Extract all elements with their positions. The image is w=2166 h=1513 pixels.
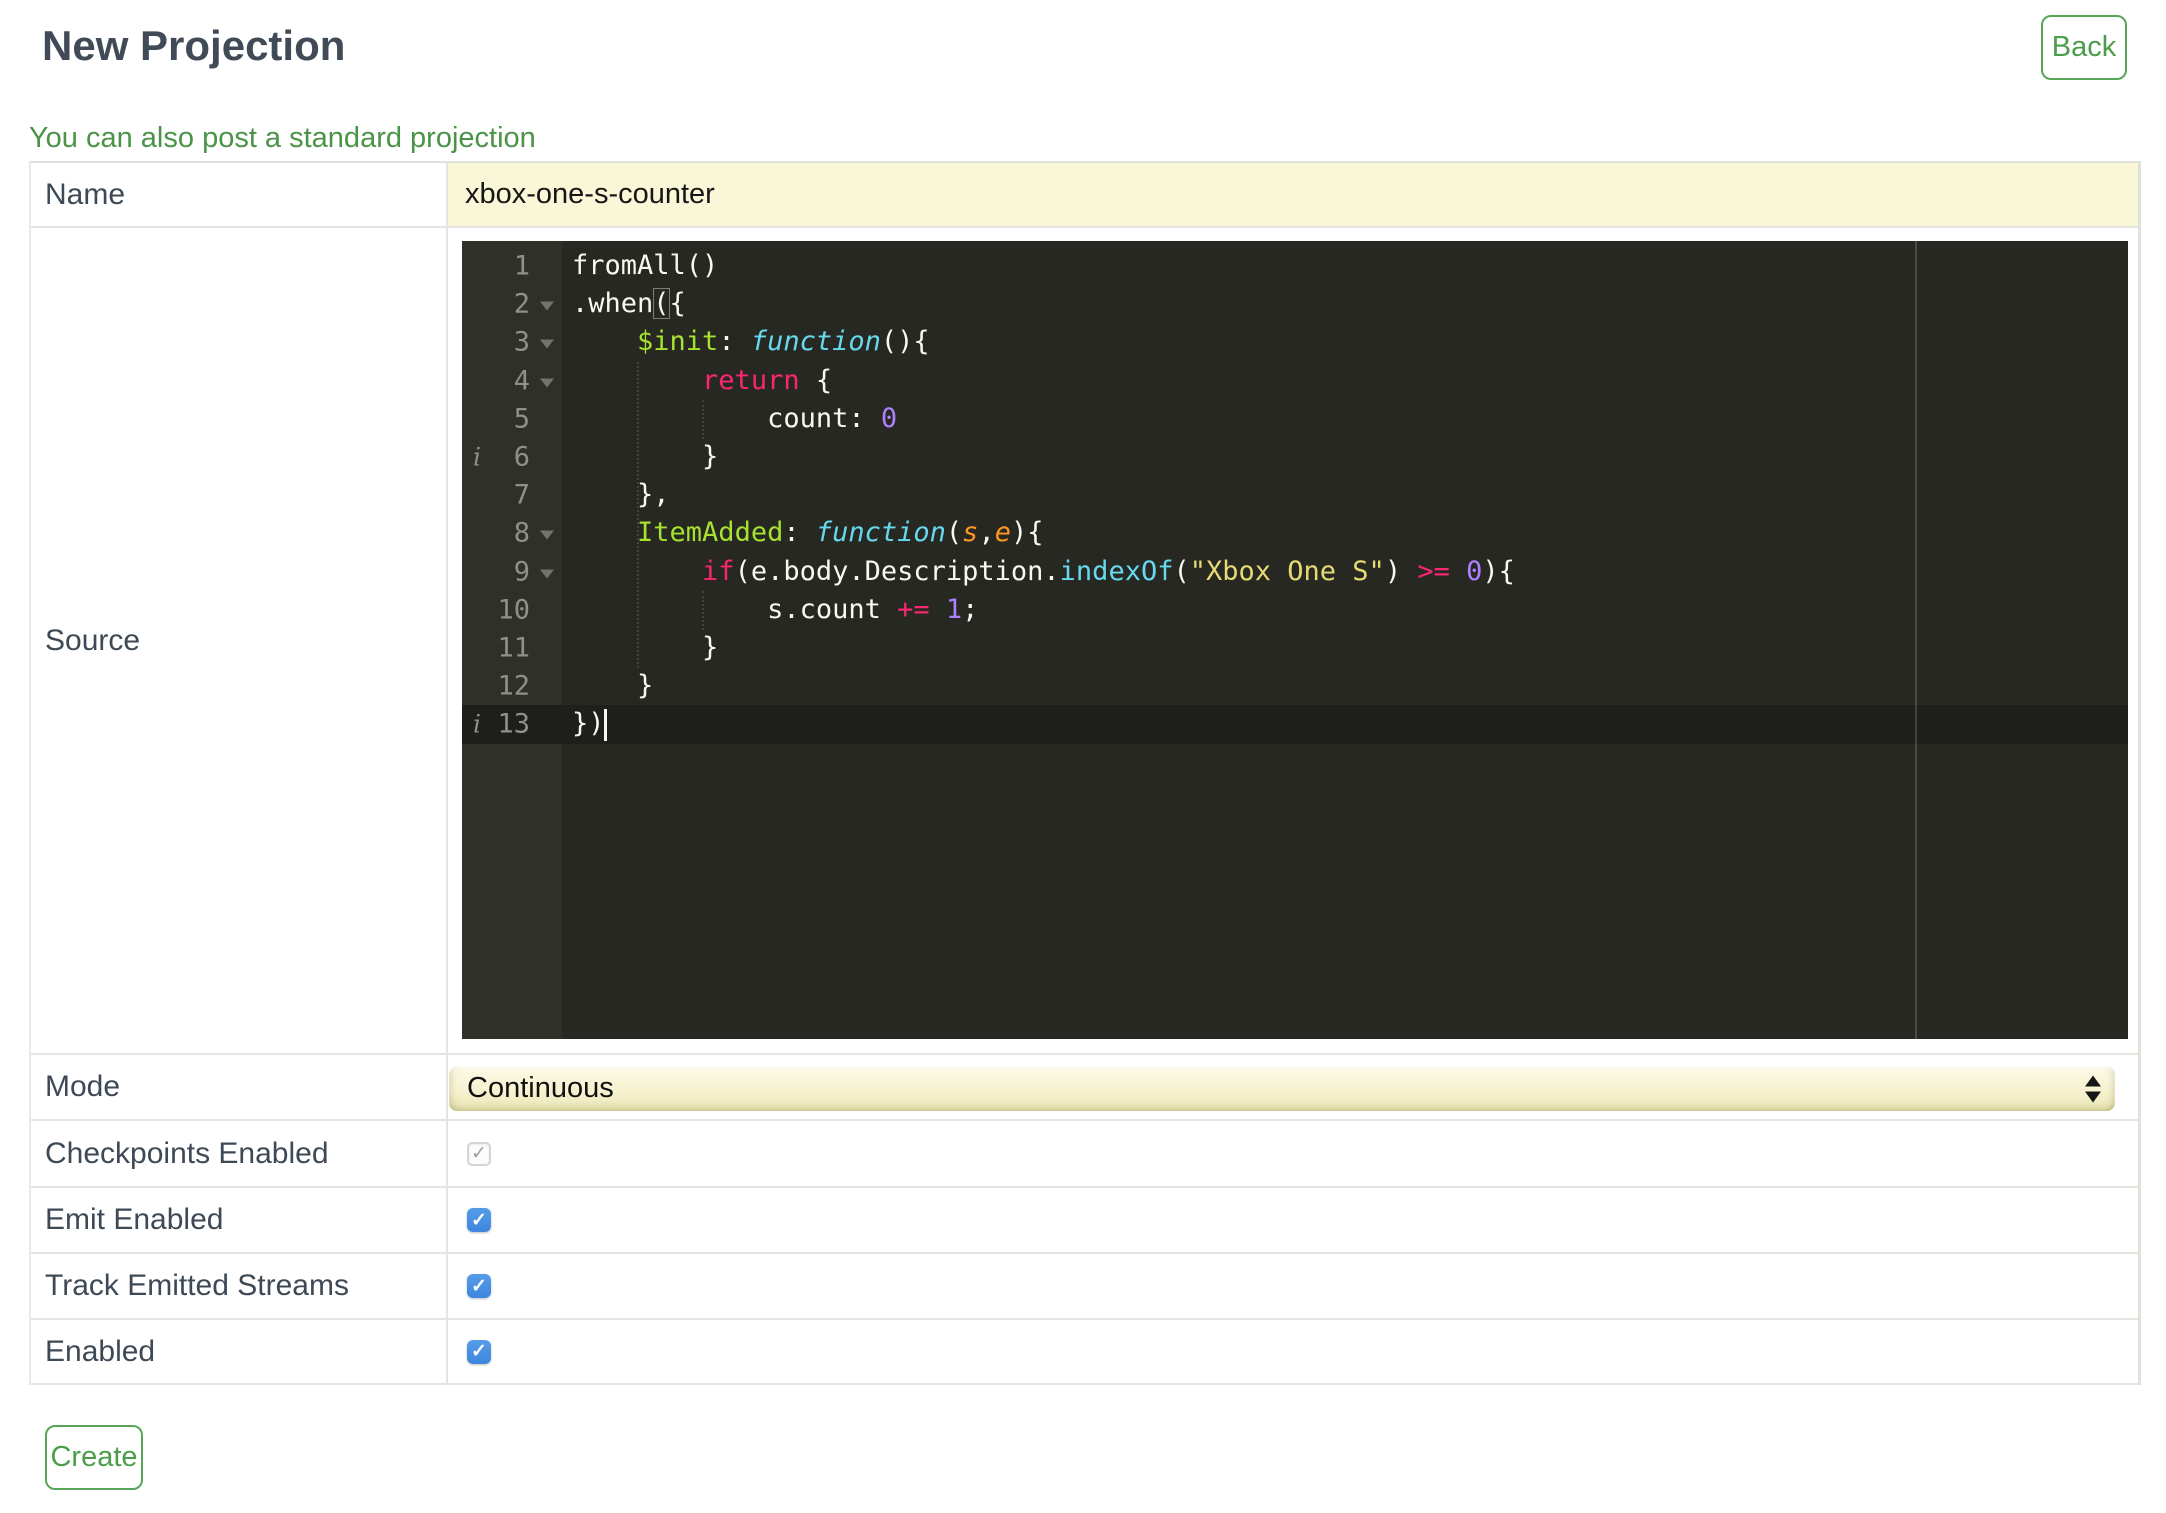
fold-toggle-icon[interactable]	[540, 530, 554, 540]
code-line: if(e.body.Description.indexOf("Xbox One …	[702, 555, 1515, 587]
fold-toggle-icon[interactable]	[540, 569, 554, 578]
mode-select[interactable]: Continuous	[449, 1066, 2115, 1111]
line-number: 1	[513, 250, 530, 282]
code-line: count: 0	[572, 402, 898, 434]
gutter-line: 11	[462, 629, 562, 667]
line-number: 9	[513, 556, 530, 588]
name-input[interactable]: xbox-one-s-counter	[448, 163, 2138, 226]
gutter-line: 4	[462, 362, 562, 400]
select-up-down-arrows-icon	[2085, 1075, 2101, 1102]
line-number: 12	[497, 670, 530, 702]
name-row: Name xbox-one-s-counter	[31, 163, 2138, 228]
fold-toggle-icon[interactable]	[540, 378, 554, 388]
source-cell: 1 2 3 4 5 i 6 7 8 9 10 11 12 i 13 fromAll() .when({ $in…	[448, 228, 2138, 1053]
page-title: New Projection	[42, 22, 346, 69]
enabled-row: Enabled ✓	[31, 1320, 2138, 1385]
checkpoints-enabled-checkbox: ✓	[467, 1141, 491, 1166]
create-button[interactable]: Create	[45, 1425, 143, 1490]
editor-code-lines: fromAll() .when({ $init: function(){ retu…	[572, 247, 1515, 743]
code-line: return {	[702, 364, 833, 396]
code-line: .when({	[572, 288, 686, 320]
code-line: $init: function(){	[637, 326, 930, 358]
track-emitted-streams-cell: ✓	[448, 1254, 2138, 1318]
code-line: }	[572, 440, 719, 472]
code-line: ItemAdded: function(s,e){	[637, 517, 1044, 549]
standard-projection-link[interactable]: You can also post a standard projection	[29, 122, 536, 155]
code-line: }	[572, 670, 654, 702]
checkpoints-enabled-cell: ✓	[448, 1121, 2138, 1186]
gutter-line: 1	[462, 247, 562, 285]
mode-cell: Continuous	[448, 1055, 2138, 1119]
checkpoints-enabled-label: Checkpoints Enabled	[31, 1121, 448, 1186]
gutter-line: i 13	[462, 705, 562, 743]
checkpoints-enabled-row: Checkpoints Enabled ✓	[31, 1121, 2138, 1188]
track-emitted-streams-row: Track Emitted Streams ✓	[31, 1254, 2138, 1320]
emit-enabled-cell: ✓	[448, 1188, 2138, 1252]
gutter-line: i6	[462, 438, 562, 476]
code-line: })	[572, 708, 605, 740]
line-number: 6	[513, 441, 530, 473]
line-number: 11	[497, 632, 530, 664]
code-line: s.count += 1;	[572, 593, 979, 625]
gutter-line: 2	[462, 285, 562, 323]
info-annotation-icon: i	[473, 709, 481, 739]
line-number: 10	[497, 594, 530, 626]
emit-enabled-checkbox[interactable]: ✓	[467, 1208, 491, 1232]
emit-enabled-label: Emit Enabled	[31, 1188, 448, 1252]
enabled-checkbox[interactable]: ✓	[467, 1339, 491, 1364]
gutter-line: 3	[462, 323, 562, 361]
line-number: 8	[513, 517, 530, 549]
gutter-line: 9	[462, 553, 562, 591]
text-cursor	[604, 709, 607, 741]
name-cell: xbox-one-s-counter	[448, 163, 2138, 226]
line-number: 3	[513, 326, 530, 358]
line-number: 4	[513, 365, 530, 397]
source-row: Source 1 2 3 4 5 i 6 7 8 9 10 11 12 i 13 fromAll() .whe…	[31, 228, 2138, 1055]
line-number: 13	[497, 708, 530, 740]
back-button[interactable]: Back	[2041, 15, 2127, 80]
info-annotation-icon: i	[473, 442, 481, 472]
mode-select-value: Continuous	[467, 1072, 614, 1104]
code-line: },	[572, 479, 670, 511]
line-number: 7	[513, 479, 530, 511]
print-margin-line	[1915, 241, 1917, 1039]
fold-toggle-icon[interactable]	[540, 301, 554, 311]
enabled-cell: ✓	[448, 1320, 2138, 1383]
gutter-line: 10	[462, 591, 562, 629]
fold-toggle-icon[interactable]	[540, 339, 554, 349]
gutter-line: 12	[462, 667, 562, 705]
name-label: Name	[31, 163, 448, 226]
line-number: 5	[513, 403, 530, 435]
source-code-editor[interactable]: 1 2 3 4 5 i 6 7 8 9 10 11 12 i 13 fromAll() .when({ $in…	[462, 241, 2128, 1039]
source-label: Source	[31, 228, 448, 1053]
mode-row: Mode Continuous	[31, 1055, 2138, 1121]
code-line: }	[572, 631, 719, 663]
code-line: fromAll()	[572, 250, 719, 281]
track-emitted-streams-checkbox[interactable]: ✓	[467, 1274, 491, 1298]
mode-label: Mode	[31, 1055, 448, 1119]
emit-enabled-row: Emit Enabled ✓	[31, 1188, 2138, 1254]
line-number: 2	[513, 288, 530, 320]
track-emitted-streams-label: Track Emitted Streams	[31, 1254, 448, 1318]
editor-gutter-lines: 1 2 3 4 5 i 6 7 8 9 10 11 12 i 13	[462, 247, 562, 743]
gutter-line: 8	[462, 514, 562, 552]
projection-form: Name xbox-one-s-counter Source 12345i678…	[29, 161, 2141, 1385]
enabled-label: Enabled	[31, 1320, 448, 1383]
gutter-line: 5	[462, 400, 562, 438]
gutter-line: 7	[462, 476, 562, 514]
